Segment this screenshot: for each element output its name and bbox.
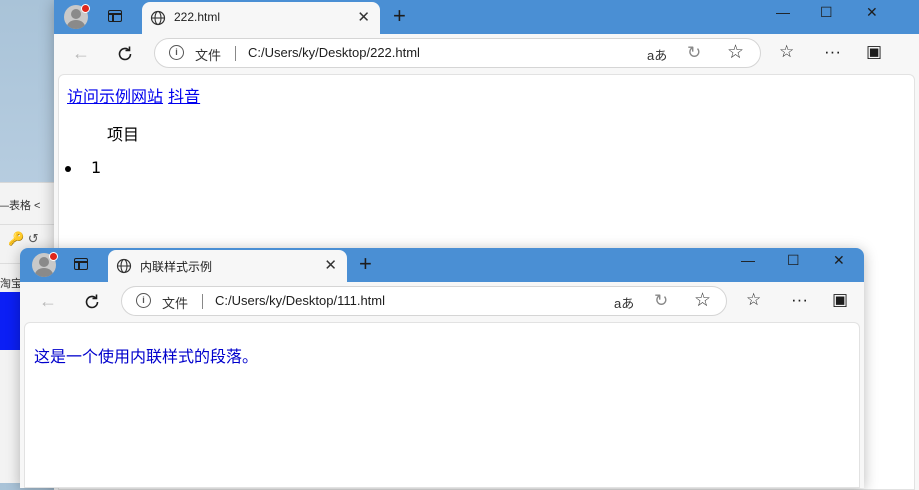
back-arrow-icon[interactable]: ←	[72, 43, 90, 64]
favorites-icon[interactable]: ☆	[779, 42, 794, 62]
globe-icon	[150, 10, 166, 26]
tab-actions-icon[interactable]	[74, 258, 88, 270]
example-site-link[interactable]: 访问示例网站	[67, 87, 163, 106]
file-label: 文件	[162, 296, 189, 311]
tab-title: 222.html	[174, 10, 221, 24]
more-menu-icon[interactable]: ···	[791, 290, 808, 310]
tab-inline-style[interactable]: 内联样式示例 ✕	[108, 250, 347, 282]
new-tab-button[interactable]: +	[393, 3, 406, 29]
url-text[interactable]: C:/Users/ky/Desktop/111.html	[215, 293, 385, 308]
toolbar: ← i 文件 C:/Users/ky/Desktop/111.html aあ ↻…	[20, 282, 864, 322]
minimize-button[interactable]: —	[741, 252, 755, 268]
background-window-toolbar[interactable]: 🔑 ↺	[8, 231, 39, 247]
close-tab-icon[interactable]: ✕	[324, 256, 337, 274]
address-bar[interactable]: i 文件 C:/Users/ky/Desktop/222.html aあ ↻ ☆	[154, 38, 761, 68]
edge-extension-icon[interactable]: ↻	[687, 43, 701, 63]
new-tab-button[interactable]: +	[359, 251, 372, 277]
favorite-star-icon[interactable]: ☆	[694, 289, 711, 312]
divider	[0, 224, 56, 225]
site-info-icon[interactable]: i	[169, 45, 184, 60]
read-aloud-icon[interactable]: aあ	[647, 45, 667, 64]
close-window-button[interactable]: ✕	[866, 4, 878, 21]
maximize-button[interactable]: ☐	[820, 4, 833, 21]
douyin-link[interactable]: 抖音	[168, 87, 200, 106]
table-header-cell: 项目	[107, 125, 140, 144]
link-row: 访问示例网站 抖音	[67, 83, 200, 107]
close-tab-icon[interactable]: ✕	[357, 8, 370, 26]
title-bar[interactable]: 内联样式示例 ✕ + — ☐ ✕	[20, 248, 864, 282]
globe-icon	[116, 258, 132, 274]
tab-actions-icon[interactable]	[108, 10, 122, 22]
refresh-icon[interactable]	[83, 293, 101, 311]
maximize-button[interactable]: ☐	[787, 252, 800, 269]
refresh-icon[interactable]	[116, 45, 134, 63]
minimize-button[interactable]: —	[776, 4, 790, 20]
profile-notification-dot	[49, 252, 58, 261]
read-aloud-icon[interactable]: aあ	[614, 293, 634, 312]
favorites-icon[interactable]: ☆	[746, 290, 761, 310]
divider	[202, 294, 203, 309]
browser-window-111: 内联样式示例 ✕ + — ☐ ✕ ← i 文件 C:/Users/ky/Desk…	[20, 248, 864, 488]
file-label: 文件	[195, 48, 222, 63]
sidebar-icon[interactable]: ▣	[832, 290, 848, 310]
title-bar[interactable]: 222.html ✕ + — ☐ ✕	[54, 0, 919, 34]
divider	[235, 46, 236, 61]
url-text[interactable]: C:/Users/ky/Desktop/222.html	[248, 45, 420, 60]
profile-notification-dot	[81, 4, 90, 13]
toolbar: ← i 文件 C:/Users/ky/Desktop/222.html aあ ↻…	[54, 34, 919, 74]
back-arrow-icon[interactable]: ←	[39, 291, 57, 312]
inline-style-paragraph: 这是一个使用内联样式的段落。	[34, 347, 259, 366]
edge-extension-icon[interactable]: ↻	[654, 291, 668, 311]
bullet-icon	[65, 165, 71, 172]
tab-222[interactable]: 222.html ✕	[142, 2, 380, 34]
list-item: 1	[65, 158, 101, 177]
sidebar-icon[interactable]: ▣	[866, 42, 882, 62]
close-window-button[interactable]: ✕	[833, 252, 845, 269]
background-window-text: 淘宝	[0, 278, 22, 290]
more-menu-icon[interactable]: ···	[824, 42, 841, 62]
background-window-title: —表格 <	[0, 200, 41, 212]
favorite-star-icon[interactable]: ☆	[727, 41, 744, 64]
list-item-text: 1	[91, 158, 102, 177]
tab-title: 内联样式示例	[140, 260, 213, 274]
page-content: 这是一个使用内联样式的段落。	[24, 322, 860, 488]
address-bar[interactable]: i 文件 C:/Users/ky/Desktop/111.html aあ ↻ ☆	[121, 286, 727, 316]
site-info-icon[interactable]: i	[136, 293, 151, 308]
